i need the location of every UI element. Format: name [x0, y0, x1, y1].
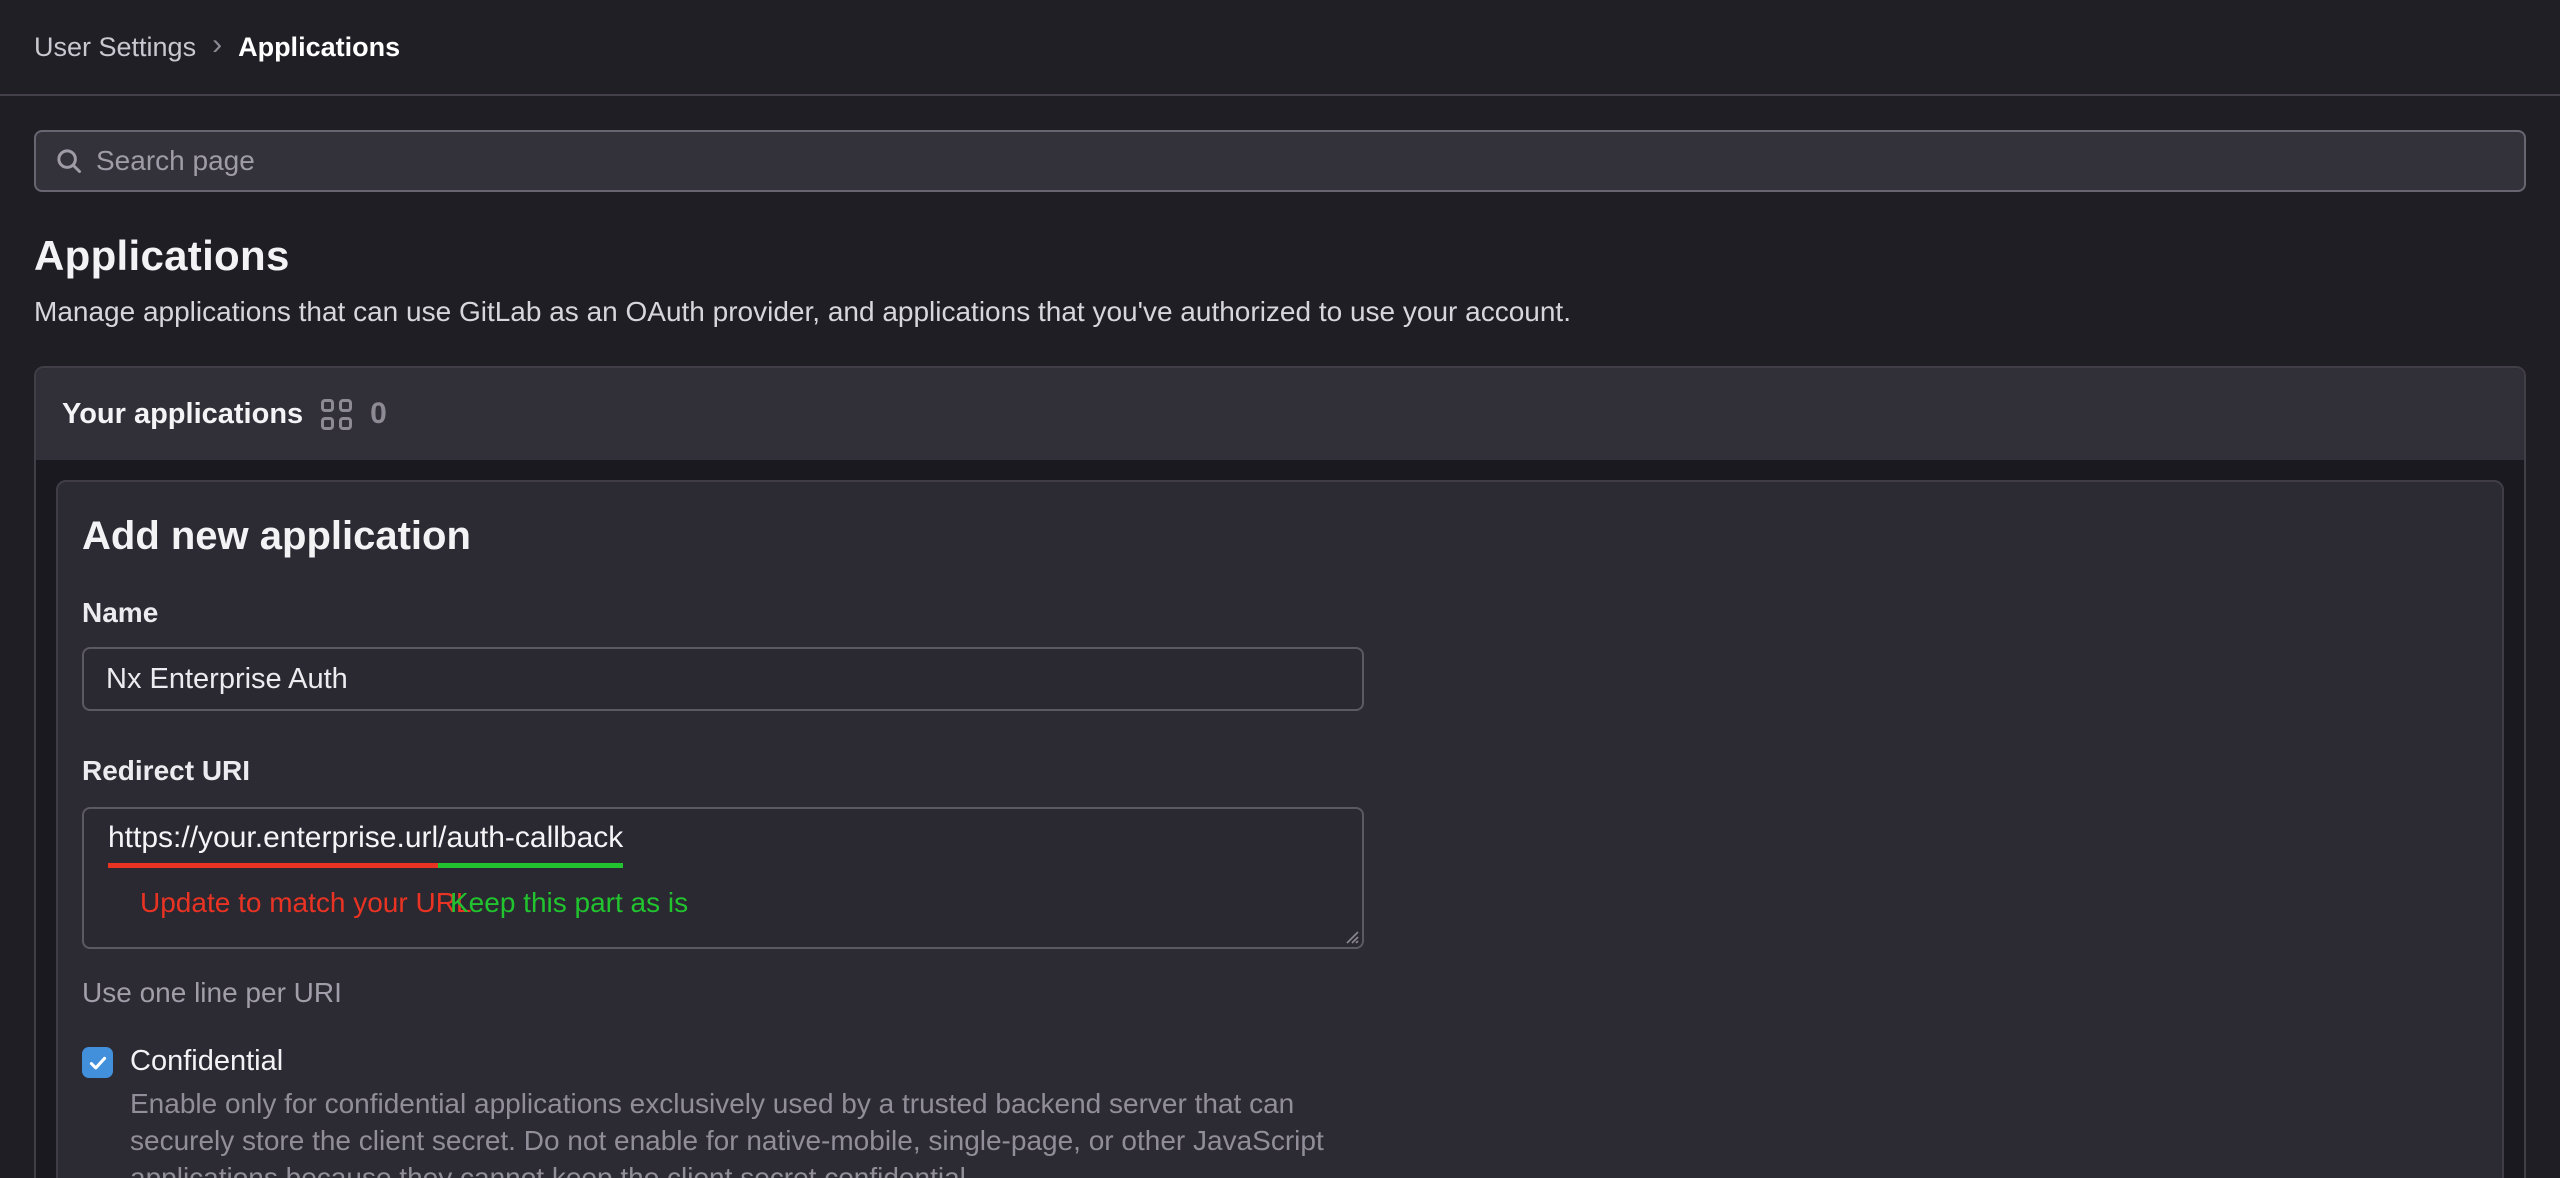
breadcrumb-applications: Applications	[238, 32, 400, 63]
annotation-update-url: Update to match your URL	[140, 887, 472, 919]
breadcrumb-user-settings[interactable]: User Settings	[34, 32, 196, 63]
resize-grip-icon[interactable]	[1341, 926, 1359, 944]
chevron-right-icon: ›	[212, 30, 222, 60]
redirect-uri-label: Redirect URI	[82, 755, 2478, 787]
applications-grid-icon	[321, 399, 352, 430]
name-label: Name	[82, 597, 2478, 629]
add-application-card: Add new application Name Redirect URI ht…	[56, 480, 2504, 1178]
page-title: Applications	[34, 232, 2526, 280]
redirect-uri-value: https://your.enterprise.url/auth-callbac…	[108, 821, 1338, 855]
your-applications-header: Your applications 0	[36, 368, 2524, 460]
redirect-uri-help: Use one line per URI	[82, 977, 2478, 1009]
search-input[interactable]: Search page	[34, 130, 2526, 192]
confidential-help: Enable only for confidential application…	[130, 1086, 1365, 1178]
top-bar: User Settings › Applications	[0, 0, 2560, 96]
checkmark-icon	[87, 1052, 109, 1074]
add-application-title: Add new application	[82, 514, 2478, 559]
applications-count-badge: 0	[370, 397, 387, 431]
search-icon	[54, 146, 84, 176]
breadcrumb: User Settings › Applications	[34, 32, 400, 63]
annotation-keep-part: Keep this part as is	[450, 887, 688, 919]
redirect-uri-textarea[interactable]: https://your.enterprise.url/auth-callbac…	[82, 807, 1364, 949]
redirect-uri-path-part: /auth-callback	[438, 821, 623, 868]
name-input[interactable]	[82, 647, 1364, 711]
confidential-label[interactable]: Confidential	[130, 1045, 283, 1078]
section-body: Add new application Name Redirect URI ht…	[36, 460, 2524, 1178]
search-placeholder: Search page	[96, 145, 255, 177]
main-content: Search page Applications Manage applicat…	[0, 130, 2560, 1178]
page-description: Manage applications that can use GitLab …	[34, 296, 2526, 328]
confidential-checkbox[interactable]	[82, 1047, 113, 1078]
your-applications-section: Your applications 0 Add new application …	[34, 366, 2526, 1178]
section-title: Your applications	[62, 398, 303, 431]
redirect-uri-host-part: https://your.enterprise.url	[108, 821, 438, 868]
confidential-row: Confidential	[82, 1045, 2478, 1078]
